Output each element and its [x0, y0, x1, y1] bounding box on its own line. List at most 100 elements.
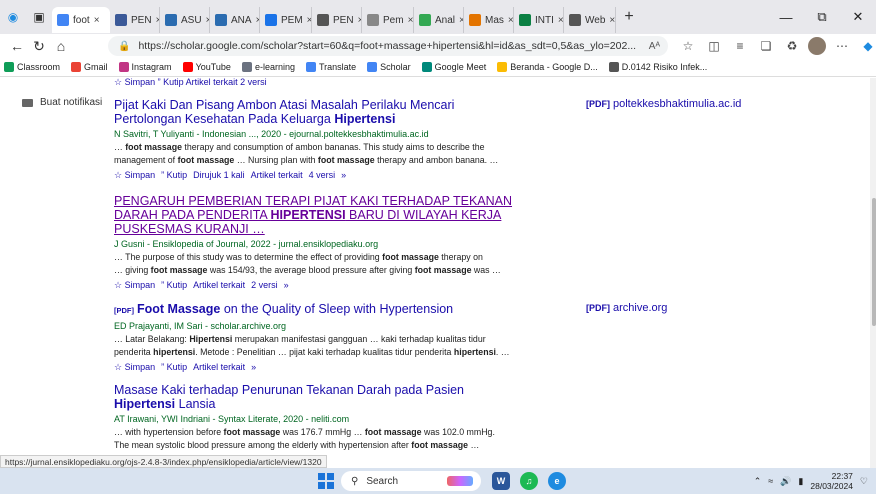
- edge-icon[interactable]: ◉: [0, 0, 26, 34]
- result-action-link[interactable]: 2 versi: [251, 280, 278, 290]
- notification-bell-icon[interactable]: ♡: [860, 476, 868, 487]
- wifi-icon[interactable]: ≈: [768, 476, 773, 486]
- read-aloud-icon[interactable]: Aᴬ: [649, 41, 660, 52]
- bookmark-item[interactable]: Scholar: [367, 62, 411, 72]
- result-action-link[interactable]: ” Kutip: [161, 280, 187, 290]
- volume-icon[interactable]: 🔊: [780, 476, 791, 487]
- browser-tab[interactable]: PEN×: [110, 7, 160, 33]
- favorites-icon[interactable]: ≡: [730, 39, 750, 53]
- result-title-link[interactable]: [PDF] Foot Massage on the Quality of Slee…: [114, 302, 514, 318]
- start-button[interactable]: [318, 473, 334, 489]
- close-tab-icon[interactable]: ×: [94, 15, 100, 26]
- system-tray: ⌃ ≈ 🔊 ▮ 22:37 28/03/2024 ♡: [754, 468, 868, 494]
- result-title-link[interactable]: Masase Kaki terhadap Penurunan Tekanan D…: [114, 383, 514, 411]
- edge-app-icon[interactable]: e: [548, 472, 566, 490]
- result-title-link[interactable]: Pijat Kaki Dan Pisang Ambon Atasi Masala…: [114, 98, 514, 126]
- browser-tab[interactable]: Pem ×: [362, 7, 414, 33]
- status-bar-url: https://jurnal.ensiklopediaku.org/ojs-2.…: [0, 455, 327, 468]
- result-action-link[interactable]: Artikel terkait: [251, 170, 303, 180]
- tab-label: PEN: [333, 14, 354, 26]
- more-menu-icon[interactable]: ⋯: [832, 39, 852, 53]
- result-action-link[interactable]: »: [341, 170, 346, 180]
- copilot-icon[interactable]: ◆: [858, 39, 876, 53]
- battery-icon[interactable]: ▮: [798, 476, 803, 487]
- minimize-button[interactable]: —: [768, 0, 804, 34]
- result-action-link[interactable]: ☆ Simpan: [114, 362, 155, 372]
- chevron-up-icon[interactable]: ⌃: [754, 476, 762, 487]
- spotify-app-icon[interactable]: ♫: [520, 472, 538, 490]
- close-window-button[interactable]: ✕: [840, 0, 876, 34]
- globe-icon: [265, 14, 277, 26]
- page-icon: [608, 62, 619, 72]
- create-alert-link[interactable]: Buat notifikasi: [22, 97, 102, 108]
- pdf-side-link[interactable]: [PDF] poltekkesbhaktimulia.ac.id: [586, 98, 741, 110]
- bookmark-item[interactable]: Google Meet: [421, 62, 486, 72]
- close-tab-icon[interactable]: ×: [609, 15, 615, 26]
- title-keyword: Hipertensi: [114, 397, 176, 411]
- result-action-link[interactable]: Dirujuk 1 kali: [193, 170, 245, 180]
- result-action-link[interactable]: Artikel terkait: [193, 280, 245, 290]
- result-title-link[interactable]: PENGARUH PEMBERIAN TERAPI PIJAT KAKI TER…: [114, 194, 514, 236]
- browser-tab[interactable]: Anal×: [414, 7, 464, 33]
- home-icon[interactable]: ⌂: [50, 38, 72, 54]
- bookmark-item[interactable]: Gmail: [71, 62, 108, 72]
- close-tab-icon[interactable]: ×: [408, 15, 413, 26]
- back-arrow-icon[interactable]: ←: [6, 38, 28, 54]
- lock-icon[interactable]: 🔒: [118, 41, 130, 52]
- restore-button[interactable]: ⧉: [804, 0, 840, 34]
- bookmark-item[interactable]: Classroom: [4, 62, 60, 72]
- pdf-icon: [115, 14, 127, 26]
- browser-tab[interactable]: ASU×: [160, 7, 210, 33]
- new-tab-button[interactable]: +: [616, 8, 642, 26]
- bookmark-item[interactable]: YouTube: [182, 62, 231, 72]
- split-screen-icon[interactable]: ◫: [704, 39, 724, 53]
- result-snippet: … with hypertension before foot massage …: [114, 427, 495, 437]
- browser-tab[interactable]: ANA×: [210, 7, 260, 33]
- favorite-star-icon[interactable]: ☆: [678, 39, 698, 53]
- result-authors[interactable]: N Savitri, T Yuliyanti - Indonesian ...,…: [114, 128, 514, 140]
- browser-tab[interactable]: Mas ×: [464, 7, 514, 33]
- bookmark-label: Scholar: [380, 62, 411, 72]
- bookmark-label: Classroom: [17, 62, 61, 72]
- collections-icon[interactable]: ❏: [756, 39, 776, 53]
- bookmark-item[interactable]: Instagram: [118, 62, 172, 72]
- bookmark-item[interactable]: Translate: [305, 62, 356, 72]
- profile-avatar[interactable]: [808, 37, 826, 55]
- pdf-side-link[interactable]: [PDF] archive.org: [586, 302, 667, 314]
- extensions-icon[interactable]: ♻: [782, 39, 802, 53]
- result-authors[interactable]: AT Irawani, YWI Indriani - Syntax Litera…: [114, 413, 514, 425]
- result-action-link[interactable]: »: [284, 280, 289, 290]
- clock[interactable]: 22:37 28/03/2024: [810, 471, 853, 491]
- result-action-link[interactable]: »: [251, 362, 256, 372]
- browser-tab[interactable]: foot ×: [52, 7, 110, 33]
- tab-actions-icon[interactable]: ▣: [26, 0, 52, 34]
- close-tab-icon[interactable]: ×: [558, 15, 563, 26]
- bookmark-item[interactable]: D.0142 Risiko Infek...: [608, 62, 707, 72]
- close-tab-icon[interactable]: ×: [508, 15, 513, 26]
- tab-label: ANA: [231, 14, 252, 26]
- browser-tab[interactable]: PEM ×: [260, 7, 312, 33]
- previous-result-actions[interactable]: ☆ Simpan ” Kutip Artikel terkait 2 versi: [114, 78, 267, 88]
- taskbar-search[interactable]: ⚲ Search: [341, 471, 481, 491]
- globe-icon: [419, 14, 431, 26]
- pdf-tag: [PDF]: [586, 303, 610, 313]
- result-action-link[interactable]: ” Kutip: [161, 170, 187, 180]
- result-action-link[interactable]: ☆ Simpan: [114, 280, 155, 290]
- browser-tab[interactable]: INTI ×: [514, 7, 564, 33]
- page-scrollbar[interactable]: [870, 78, 876, 468]
- result-action-link[interactable]: ☆ Simpan: [114, 170, 155, 180]
- bookmark-item[interactable]: e-learning: [241, 62, 295, 72]
- result-authors[interactable]: J Gusni - Ensiklopedia of Journal, 2022 …: [114, 238, 514, 250]
- result-action-link[interactable]: Artikel terkait: [193, 362, 245, 372]
- bookmark-item[interactable]: Beranda - Google D...: [497, 62, 598, 72]
- clock-date: 28/03/2024: [810, 481, 853, 491]
- result-action-link[interactable]: 4 versi: [309, 170, 336, 180]
- refresh-icon[interactable]: ↻: [28, 38, 50, 55]
- title-text: Pijat Kaki Dan Pisang Ambon Atasi Masala…: [114, 98, 455, 126]
- url-field[interactable]: 🔒 https://scholar.google.com/scholar?sta…: [108, 36, 668, 56]
- browser-tab[interactable]: PEN×: [312, 7, 362, 33]
- result-action-link[interactable]: ” Kutip: [161, 362, 187, 372]
- word-app-icon[interactable]: W: [492, 472, 510, 490]
- result-authors[interactable]: ED Prajayanti, IM Sari - scholar.archive…: [114, 320, 514, 332]
- browser-tab[interactable]: Web ×: [564, 7, 616, 33]
